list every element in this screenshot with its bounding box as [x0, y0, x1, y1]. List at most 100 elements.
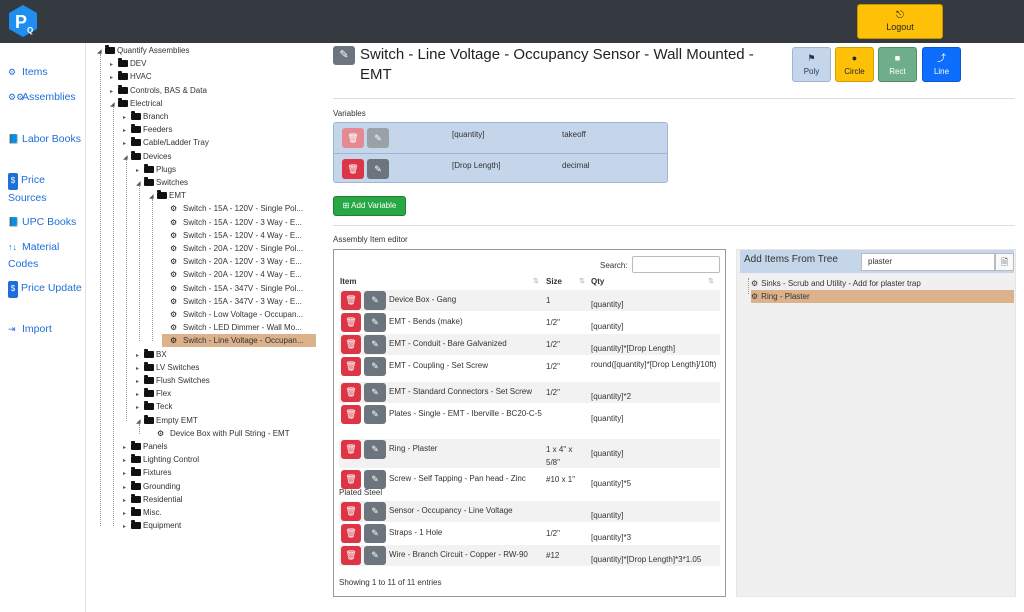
edit-title-button[interactable]: ✎ — [333, 46, 355, 65]
edit-item-button[interactable]: ✎ — [364, 440, 386, 459]
tree-folder-node[interactable]: ◢ Switches — [136, 176, 188, 189]
collapse-icon[interactable]: ◢ — [136, 178, 144, 191]
trash-icon: 🗑 — [345, 295, 357, 305]
tree-folder-node[interactable]: ▸ Cable/Ladder Tray — [123, 136, 209, 149]
tree-assembly-node[interactable]: ⚙ Switch - 15A - 120V - Single Pol... — [162, 202, 303, 215]
tree-folder-node[interactable]: ◢ EMT — [149, 189, 186, 202]
tree-assembly-node[interactable]: ⚙ Switch - 20A - 120V - 3 Way - E... — [162, 255, 302, 268]
collapse-icon[interactable]: ◢ — [110, 99, 118, 112]
line-icon: ⤴ — [936, 53, 946, 63]
sidebar-item-assemblies[interactable]: ⚙⚙Assemblies — [8, 89, 82, 106]
tree-folder-node[interactable]: ▸ Feeders — [123, 123, 172, 136]
delete-item-button[interactable]: 🗑 — [341, 291, 361, 310]
column-header-size[interactable]: Size — [546, 277, 562, 286]
edit-item-button[interactable]: ✎ — [364, 502, 386, 521]
tree-folder-node[interactable]: ▸ Flex — [136, 387, 171, 400]
tree-folder-node[interactable]: ◢ Electrical — [110, 97, 162, 110]
delete-item-button[interactable]: 🗑 — [341, 546, 361, 565]
folder-icon — [118, 84, 128, 94]
tree-folder-node[interactable]: ◢ Empty EMT — [136, 414, 198, 427]
delete-variable-button[interactable]: 🗑 — [342, 128, 364, 148]
edit-item-button[interactable]: ✎ — [364, 335, 386, 354]
delete-item-button[interactable]: 🗑 — [341, 524, 361, 543]
tree-folder-node[interactable]: ▸ Flush Switches — [136, 374, 210, 387]
tree-folder-node[interactable]: ▸ Panels — [123, 440, 167, 453]
sort-icon: ⇅ — [579, 278, 585, 285]
dollar-icon: $ — [8, 173, 18, 190]
sidebar-item-label: Import — [22, 323, 52, 335]
logout-button[interactable]: ⎋ Logout — [857, 4, 943, 39]
tree-folder-node[interactable]: ▸ LV Switches — [136, 361, 199, 374]
poly-button[interactable]: ⚑ Poly — [792, 47, 831, 82]
tree-folder-node[interactable]: ▸ Controls, BAS & Data — [110, 84, 207, 97]
edit-item-button[interactable]: ✎ — [364, 546, 386, 565]
tree-folder-node[interactable]: ▸ Fixtures — [123, 466, 171, 479]
gear-icon: ⚙ — [170, 270, 178, 280]
tree-folder-node[interactable]: ◢ Quantify Assemblies — [97, 44, 189, 57]
tree-assembly-node[interactable]: ⚙ Switch - Line Voltage - Occupan... — [162, 334, 316, 348]
collapse-icon[interactable]: ◢ — [136, 416, 144, 429]
tree-assembly-node[interactable]: ⚙ Switch - 15A - 347V - Single Pol... — [162, 282, 303, 295]
sidebar-item-labor-books[interactable]: 📘 Labor Books — [8, 131, 82, 148]
tree-assembly-node[interactable]: ⚙ Switch - LED Dimmer - Wall Mo... — [162, 321, 302, 334]
sidebar-item-upc-books[interactable]: 📘 UPC Books — [8, 214, 82, 231]
column-header-item[interactable]: Item — [340, 277, 356, 286]
edit-item-button[interactable]: ✎ — [364, 383, 386, 402]
tree-folder-node[interactable]: ▸ Grounding — [123, 480, 180, 493]
edit-item-button[interactable]: ✎ — [364, 291, 386, 310]
tree-result-item[interactable]: ⚙ Sinks - Scrub and Utility - Add for pla… — [751, 277, 921, 290]
edit-item-button[interactable]: ✎ — [364, 313, 386, 332]
folder-icon — [144, 361, 154, 371]
search-input[interactable] — [632, 256, 720, 273]
item-header-label: Item — [340, 277, 357, 286]
sidebar-item-price-update[interactable]: $ Price Update — [8, 280, 82, 298]
tree-folder-node[interactable]: ▸ Residential — [123, 493, 183, 506]
tree-search-input[interactable]: plaster — [861, 253, 995, 271]
circle-button[interactable]: ● Circle — [835, 47, 874, 82]
tree-folder-node[interactable]: ▸ Misc. — [123, 506, 162, 519]
tree-assembly-node[interactable]: ⚙ Switch - Low Voltage - Occupan... — [162, 308, 303, 321]
tree-assembly-node[interactable]: ⚙ Switch - 15A - 120V - 4 Way - E... — [162, 229, 302, 242]
tree-folder-node[interactable]: ▸ Branch — [123, 110, 168, 123]
edit-item-button[interactable]: ✎ — [364, 524, 386, 543]
sidebar-item-items[interactable]: ⚙ Items — [8, 64, 82, 81]
pencil-icon: ✎ — [371, 361, 379, 371]
tree-result-item-selected[interactable]: ⚙ Ring - Plaster — [751, 290, 1014, 303]
tree-folder-node[interactable]: ◢ Devices — [123, 150, 171, 163]
collapse-icon[interactable]: ◢ — [97, 46, 105, 59]
tree-folder-node[interactable]: ▸ Plugs — [136, 163, 176, 176]
tree-folder-node[interactable]: ▸ Lighting Control — [123, 453, 199, 466]
delete-item-button[interactable]: 🗑 — [341, 357, 361, 376]
tree-folder-node[interactable]: ▸ BX — [136, 348, 167, 361]
line-button[interactable]: ⤴ Line — [922, 47, 961, 82]
collapse-icon[interactable]: ◢ — [123, 152, 131, 165]
rect-button[interactable]: ■ Rect — [878, 47, 917, 82]
sidebar-item-price-sources[interactable]: $ Price Sources — [8, 172, 82, 206]
edit-item-button[interactable]: ✎ — [364, 357, 386, 376]
tree-folder-node[interactable]: ▸ Teck — [136, 400, 172, 413]
delete-item-button[interactable]: 🗑 — [341, 440, 361, 459]
tree-folder-node[interactable]: ▸ Equipment — [123, 519, 181, 532]
delete-item-button[interactable]: 🗑 — [341, 335, 361, 354]
column-header-qty[interactable]: Qty — [591, 277, 604, 286]
delete-item-button[interactable]: 🗑 — [341, 313, 361, 332]
expand-icon[interactable]: ▸ — [123, 521, 131, 534]
tree-folder-node[interactable]: ▸ HVAC — [110, 70, 152, 83]
add-variable-button[interactable]: ⊞ Add Variable — [333, 196, 406, 216]
tree-assembly-node[interactable]: ⚙ Switch - 20A - 120V - Single Pol... — [162, 242, 303, 255]
tree-assembly-node[interactable]: ⚙ Switch - 15A - 120V - 3 Way - E... — [162, 216, 302, 229]
edit-variable-button[interactable]: ✎ — [367, 159, 389, 179]
tree-folder-node[interactable]: ▸ DEV — [110, 57, 146, 70]
tree-assembly-node[interactable]: ⚙ Switch - 15A - 347V - 3 Way - E... — [162, 295, 302, 308]
delete-item-button[interactable]: 🗑 — [341, 502, 361, 521]
tree-search-button[interactable]: 🗎 — [995, 253, 1014, 271]
sidebar-item-material-codes[interactable]: ↑↓ Material Codes — [8, 239, 82, 272]
tree-assembly-node[interactable]: ⚙ Switch - 20A - 120V - 4 Way - E... — [162, 268, 302, 281]
delete-variable-button[interactable]: 🗑 — [342, 159, 364, 179]
tree-assembly-node[interactable]: ⚙ Device Box with Pull String - EMT — [149, 427, 290, 440]
collapse-icon[interactable]: ◢ — [149, 191, 157, 204]
edit-variable-button[interactable]: ✎ — [367, 128, 389, 148]
app-logo[interactable]: P Q — [6, 4, 40, 38]
delete-item-button[interactable]: 🗑 — [341, 383, 361, 402]
sidebar-item-import[interactable]: ⇥ Import — [8, 321, 82, 338]
